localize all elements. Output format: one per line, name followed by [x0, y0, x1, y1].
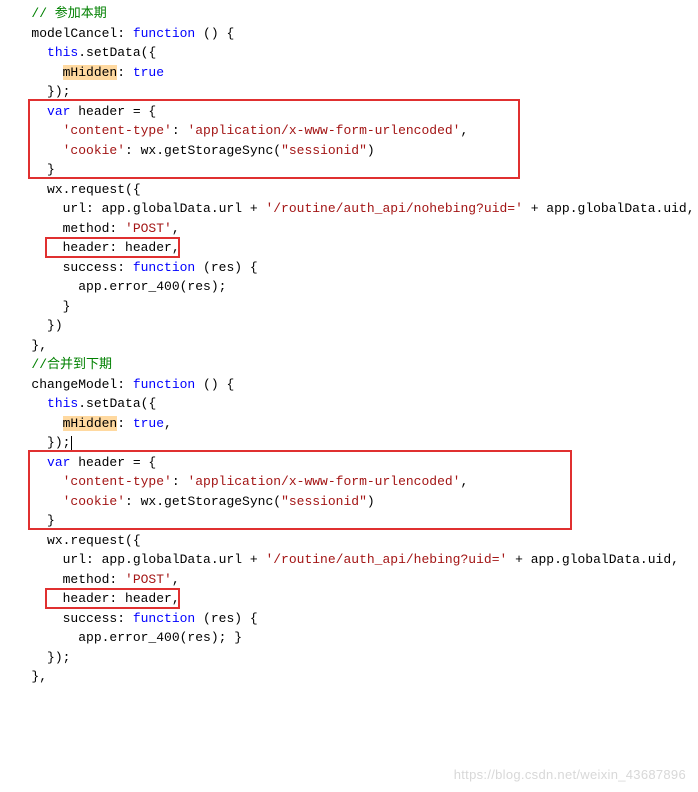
code-line: modelCancel: function () {	[8, 26, 234, 41]
code-line: 'content-type': 'application/x-www-form-…	[8, 123, 468, 138]
code-line: wx.request({	[8, 533, 141, 548]
code-line: method: 'POST',	[8, 572, 180, 587]
code-line: }	[8, 299, 70, 314]
code-line: header: header,	[8, 240, 180, 255]
code-line: header: header,	[8, 591, 180, 606]
code-line: var header = {	[8, 104, 156, 119]
code-line: });	[8, 84, 70, 99]
code-block: // 参加本期 modelCancel: function () { this.…	[0, 0, 698, 792]
code-line: mHidden: true	[8, 65, 164, 80]
code-line: //合并到下期	[8, 357, 112, 372]
code-line: });	[8, 650, 70, 665]
code-line: 'content-type': 'application/x-www-form-…	[8, 474, 468, 489]
code-line: }	[8, 162, 55, 177]
comment: // 参加本期	[31, 6, 106, 21]
code-line: 'cookie': wx.getStorageSync("sessionid")	[8, 494, 375, 509]
code-line: },	[8, 669, 47, 684]
code-line: mHidden: true,	[8, 416, 172, 431]
highlighted-property: mHidden	[63, 416, 118, 431]
code-line: app.error_400(res); }	[8, 630, 242, 645]
code-line: url: app.globalData.url + '/routine/auth…	[8, 552, 679, 567]
code-line: var header = {	[8, 455, 156, 470]
code-line: this.setData({	[8, 45, 156, 60]
highlighted-property: mHidden	[63, 65, 118, 80]
code-line: success: function (res) {	[8, 611, 258, 626]
code-line: success: function (res) {	[8, 260, 258, 275]
code-line: },	[8, 338, 47, 353]
comment: //合并到下期	[31, 357, 112, 372]
code-line: });	[8, 435, 72, 450]
code-line: app.error_400(res);	[8, 279, 226, 294]
code-line: }	[8, 513, 55, 528]
code-line: })	[8, 318, 63, 333]
code-line: wx.request({	[8, 182, 141, 197]
code-line: 'cookie': wx.getStorageSync("sessionid")	[8, 143, 375, 158]
code-line: method: 'POST',	[8, 221, 180, 236]
code-line: changeModel: function () {	[8, 377, 234, 392]
code-line: this.setData({	[8, 396, 156, 411]
text-cursor	[71, 436, 72, 450]
code-line: url: app.globalData.url + '/routine/auth…	[8, 201, 695, 216]
code-line: // 参加本期	[8, 6, 107, 21]
